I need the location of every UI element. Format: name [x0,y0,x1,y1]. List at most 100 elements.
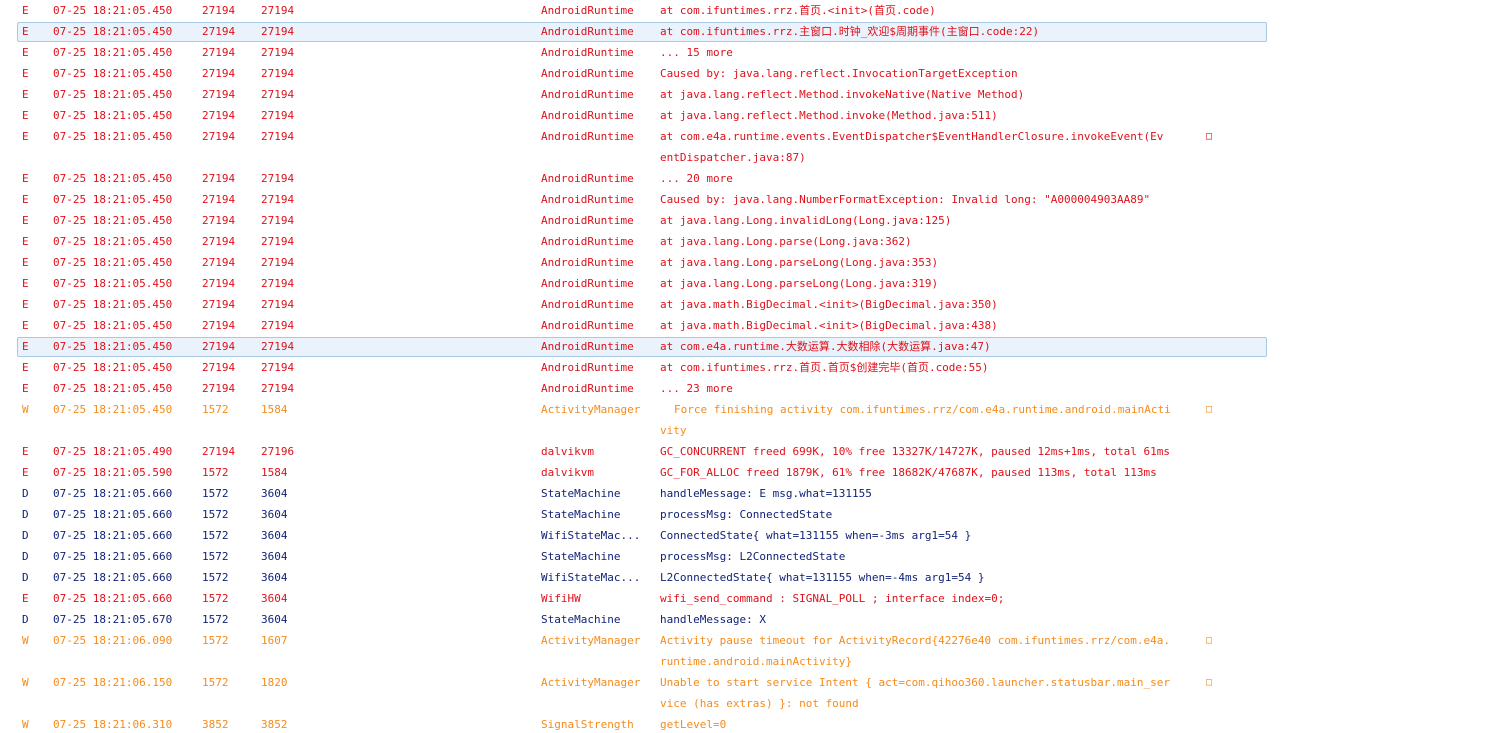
log-pid: 27194 [202,319,236,332]
log-row[interactable]: E 07-25 18:21:05.590 1572 1584 dalvikvm GC_FO… [0,462,1504,483]
log-row[interactable]: E 07-25 18:21:05.450 27194 27194 AndroidRunt… [0,231,1504,252]
log-pid: 1572 [202,571,229,584]
log-row[interactable]: W 07-25 18:21:06.310 3852 3852 SignalStrengt… [0,714,1504,733]
log-time: 07-25 18:21:05.660 [53,529,173,542]
log-row[interactable]: D 07-25 18:21:05.660 1572 3604 WifiStateMac.… [0,525,1504,546]
log-pid: 1572 [202,466,229,479]
log-row[interactable]: W 07-25 18:21:05.450 1572 1584 ActivityManag… [0,399,1504,420]
log-pid: 27194 [202,130,236,143]
line-wrap-icon: □ [1206,635,1213,646]
log-row[interactable]: D 07-25 18:21:05.660 1572 3604 WifiStateMac.… [0,567,1504,588]
log-text: vity [660,424,687,437]
log-tag: AndroidRuntime [541,193,634,206]
log-text: Unable to start service Intent { act=com… [660,676,1170,689]
log-time: 07-25 18:21:06.090 [53,634,173,647]
log-tid: 27194 [261,172,295,185]
log-tag: AndroidRuntime [541,109,634,122]
log-row[interactable]: E 07-25 18:21:05.450 27194 27194 AndroidRunt… [0,294,1504,315]
log-tag: StateMachine [541,487,621,500]
log-row-continuation[interactable]: runtime.android.mainActivity} [0,651,1504,672]
log-row-selected[interactable]: E 07-25 18:21:05.450 27194 27194 AndroidRunt… [0,336,1504,357]
log-text: at java.lang.reflect.Method.invoke(Metho… [660,109,998,122]
log-row[interactable]: E 07-25 18:21:05.450 27194 27194 AndroidRunt… [0,252,1504,273]
log-row[interactable]: D 07-25 18:21:05.660 1572 3604 StateMachine h… [0,483,1504,504]
log-row-selected[interactable]: E 07-25 18:21:05.450 27194 27194 AndroidRunt… [0,21,1504,42]
log-tag: AndroidRuntime [541,319,634,332]
log-row[interactable]: W 07-25 18:21:06.090 1572 1607 ActivityManag… [0,630,1504,651]
log-tid: 1584 [261,466,288,479]
log-row[interactable]: D 07-25 18:21:05.660 1572 3604 StateMachine p… [0,504,1504,525]
log-row-continuation[interactable]: entDispatcher.java:87) [0,147,1504,168]
log-row[interactable]: D 07-25 18:21:05.660 1572 3604 StateMachine p… [0,546,1504,567]
log-row[interactable]: E 07-25 18:21:05.450 27194 27194 AndroidRunt… [0,315,1504,336]
log-text: at java.lang.Long.invalidLong(Long.java:… [660,214,952,227]
log-tid: 3604 [261,592,288,605]
log-text: entDispatcher.java:87) [660,151,806,164]
log-pid: 27194 [202,46,236,59]
log-tid: 27194 [261,4,295,17]
log-text: Caused by: java.lang.NumberFormatExcepti… [660,193,1151,206]
log-pid: 1572 [202,634,229,647]
log-time: 07-25 18:21:05.660 [53,571,173,584]
log-time: 07-25 18:21:05.450 [53,25,173,38]
log-tag: SignalStrength [541,718,634,731]
log-row[interactable]: W 07-25 18:21:06.150 1572 1820 ActivityManag… [0,672,1504,693]
log-level: E [22,235,29,248]
log-tid: 3604 [261,529,288,542]
log-row[interactable]: E 07-25 18:21:05.450 27194 27194 AndroidRunt… [0,273,1504,294]
log-tag: AndroidRuntime [541,214,634,227]
log-row[interactable]: E 07-25 18:21:05.450 27194 27194 AndroidRunt… [0,378,1504,399]
log-time: 07-25 18:21:05.450 [53,172,173,185]
log-row[interactable]: E 07-25 18:21:05.660 1572 3604 WifiHW wifi_se… [0,588,1504,609]
log-row-continuation[interactable]: vice (has extras) }: not found [0,693,1504,714]
log-tag: AndroidRuntime [541,172,634,185]
log-level: E [22,340,29,353]
log-tid: 27194 [261,214,295,227]
log-row[interactable]: E 07-25 18:21:05.450 27194 27194 AndroidRunt… [0,210,1504,231]
log-tid: 27194 [261,46,295,59]
log-tid: 27194 [261,67,295,80]
log-level: W [22,634,29,647]
log-tid: 3604 [261,571,288,584]
log-time: 07-25 18:21:05.660 [53,487,173,500]
log-level: E [22,277,29,290]
log-row[interactable]: E 07-25 18:21:05.450 27194 27194 AndroidRunt… [0,0,1504,21]
log-row[interactable]: E 07-25 18:21:05.450 27194 27194 AndroidRunt… [0,168,1504,189]
log-tid: 3604 [261,550,288,563]
log-time: 07-25 18:21:05.450 [53,130,173,143]
log-level: W [22,403,29,416]
log-row[interactable]: E 07-25 18:21:05.450 27194 27194 AndroidRunt… [0,105,1504,126]
log-pid: 1572 [202,403,229,416]
log-text: Force finishing activity com.ifuntimes.r… [674,403,1171,416]
log-level: E [22,466,29,479]
log-row[interactable]: E 07-25 18:21:05.450 27194 27194 AndroidRunt… [0,84,1504,105]
log-row[interactable]: E 07-25 18:21:05.490 27194 27196 dalvikvm GC_… [0,441,1504,462]
log-pid: 27194 [202,277,236,290]
log-level: E [22,193,29,206]
log-tag: AndroidRuntime [541,88,634,101]
log-row[interactable]: E 07-25 18:21:05.450 27194 27194 AndroidRunt… [0,126,1504,147]
log-pid: 27194 [202,214,236,227]
log-tid: 27196 [261,445,295,458]
log-tid: 3604 [261,613,288,626]
log-level: E [22,109,29,122]
log-pid: 27194 [202,67,236,80]
log-pid: 27194 [202,298,236,311]
log-row[interactable]: E 07-25 18:21:05.450 27194 27194 AndroidRunt… [0,357,1504,378]
log-row-continuation[interactable]: vity [0,420,1504,441]
log-row[interactable]: E 07-25 18:21:05.450 27194 27194 AndroidRunt… [0,189,1504,210]
log-level: E [22,4,29,17]
log-text: L2ConnectedState{ what=131155 when=-4ms … [660,571,985,584]
line-wrap-icon: □ [1206,131,1213,142]
log-text: ... 15 more [660,46,733,59]
log-row[interactable]: E 07-25 18:21:05.450 27194 27194 AndroidRunt… [0,63,1504,84]
log-tid: 3604 [261,487,288,500]
logcat-view[interactable]: E 07-25 18:21:05.450 27194 27194 AndroidRunt… [0,0,1504,733]
log-row[interactable]: E 07-25 18:21:05.450 27194 27194 AndroidRunt… [0,42,1504,63]
log-level: D [22,529,29,542]
log-level: E [22,319,29,332]
log-pid: 27194 [202,172,236,185]
log-time: 07-25 18:21:05.450 [53,235,173,248]
log-row[interactable]: D 07-25 18:21:05.670 1572 3604 StateMachine h… [0,609,1504,630]
log-text: getLevel=0 [660,718,727,731]
